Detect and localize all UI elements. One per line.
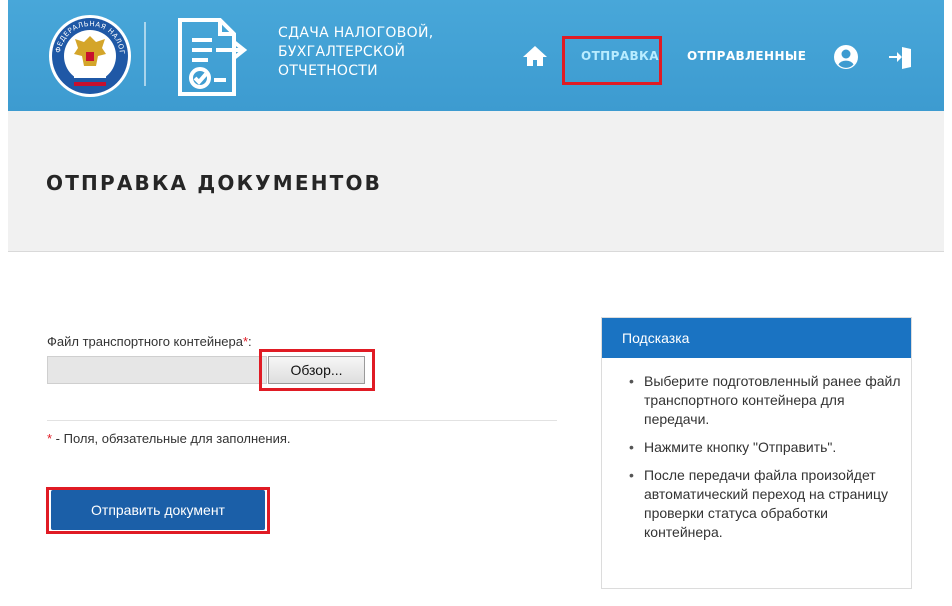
home-icon[interactable] [522, 44, 548, 68]
hint-item: • Выберите подготовленный ранее файл тран… [624, 372, 901, 429]
site-title-line: ОТЧЕТНОСТИ [278, 63, 378, 79]
site-header: ФЕДЕРАЛЬНАЯ НАЛОГОВАЯ СЛУЖБА СДАЧА НАЛОГ… [8, 0, 944, 111]
hint-item-text: После передачи файла произойдет автомати… [644, 467, 889, 540]
hint-panel: Подсказка • Выберите подготовленный ранее… [601, 317, 912, 589]
hint-item: • После передачи файла произойдет автомат… [624, 466, 901, 542]
divider [47, 420, 557, 421]
hint-item-text: Выберите подготовленный ранее файл транс… [644, 373, 901, 427]
hint-item-text: Нажмите кнопку "Отправить". [644, 439, 837, 455]
user-icon[interactable] [833, 44, 859, 70]
file-field-label-text: Файл транспортного контейнера [47, 334, 243, 349]
required-note: * - Поля, обязательные для заполнения. [47, 431, 291, 446]
hint-item: • Нажмите кнопку "Отправить". [624, 438, 901, 457]
nav-send[interactable]: ОТПРАВКА [581, 49, 659, 63]
bullet-icon: • [629, 373, 634, 389]
browse-button[interactable]: Обзор... [268, 356, 365, 384]
document-check-icon [178, 18, 248, 96]
site-title-line: СДАЧА НАЛОГОВОЙ, [278, 25, 434, 41]
exit-icon[interactable] [888, 44, 914, 70]
bullet-icon: • [629, 439, 634, 455]
site-title: СДАЧА НАЛОГОВОЙ, БУХГАЛТЕРСКОЙ ОТЧЕТНОСТ… [278, 24, 448, 81]
hint-title: Подсказка [602, 318, 911, 358]
nav-sent[interactable]: ОТПРАВЛЕННЫЕ [687, 49, 806, 63]
page-title: ОТПРАВКА ДОКУМЕНТОВ [46, 171, 383, 195]
site-title-line: БУХГАЛТЕРСКОЙ [278, 44, 406, 60]
title-band: ОТПРАВКА ДОКУМЕНТОВ [8, 111, 944, 252]
bullet-icon: • [629, 467, 634, 483]
submit-button[interactable]: Отправить документ [51, 490, 265, 530]
hint-list: • Выберите подготовленный ранее файл тран… [602, 358, 911, 542]
fns-emblem-logo: ФЕДЕРАЛЬНАЯ НАЛОГОВАЯ СЛУЖБА [48, 14, 131, 97]
label-colon: : [248, 334, 252, 349]
file-field-label: Файл транспортного контейнера*: [47, 334, 252, 349]
file-path-input[interactable] [47, 356, 267, 384]
header-divider [144, 22, 146, 86]
required-note-text: - Поля, обязательные для заполнения. [52, 431, 291, 446]
